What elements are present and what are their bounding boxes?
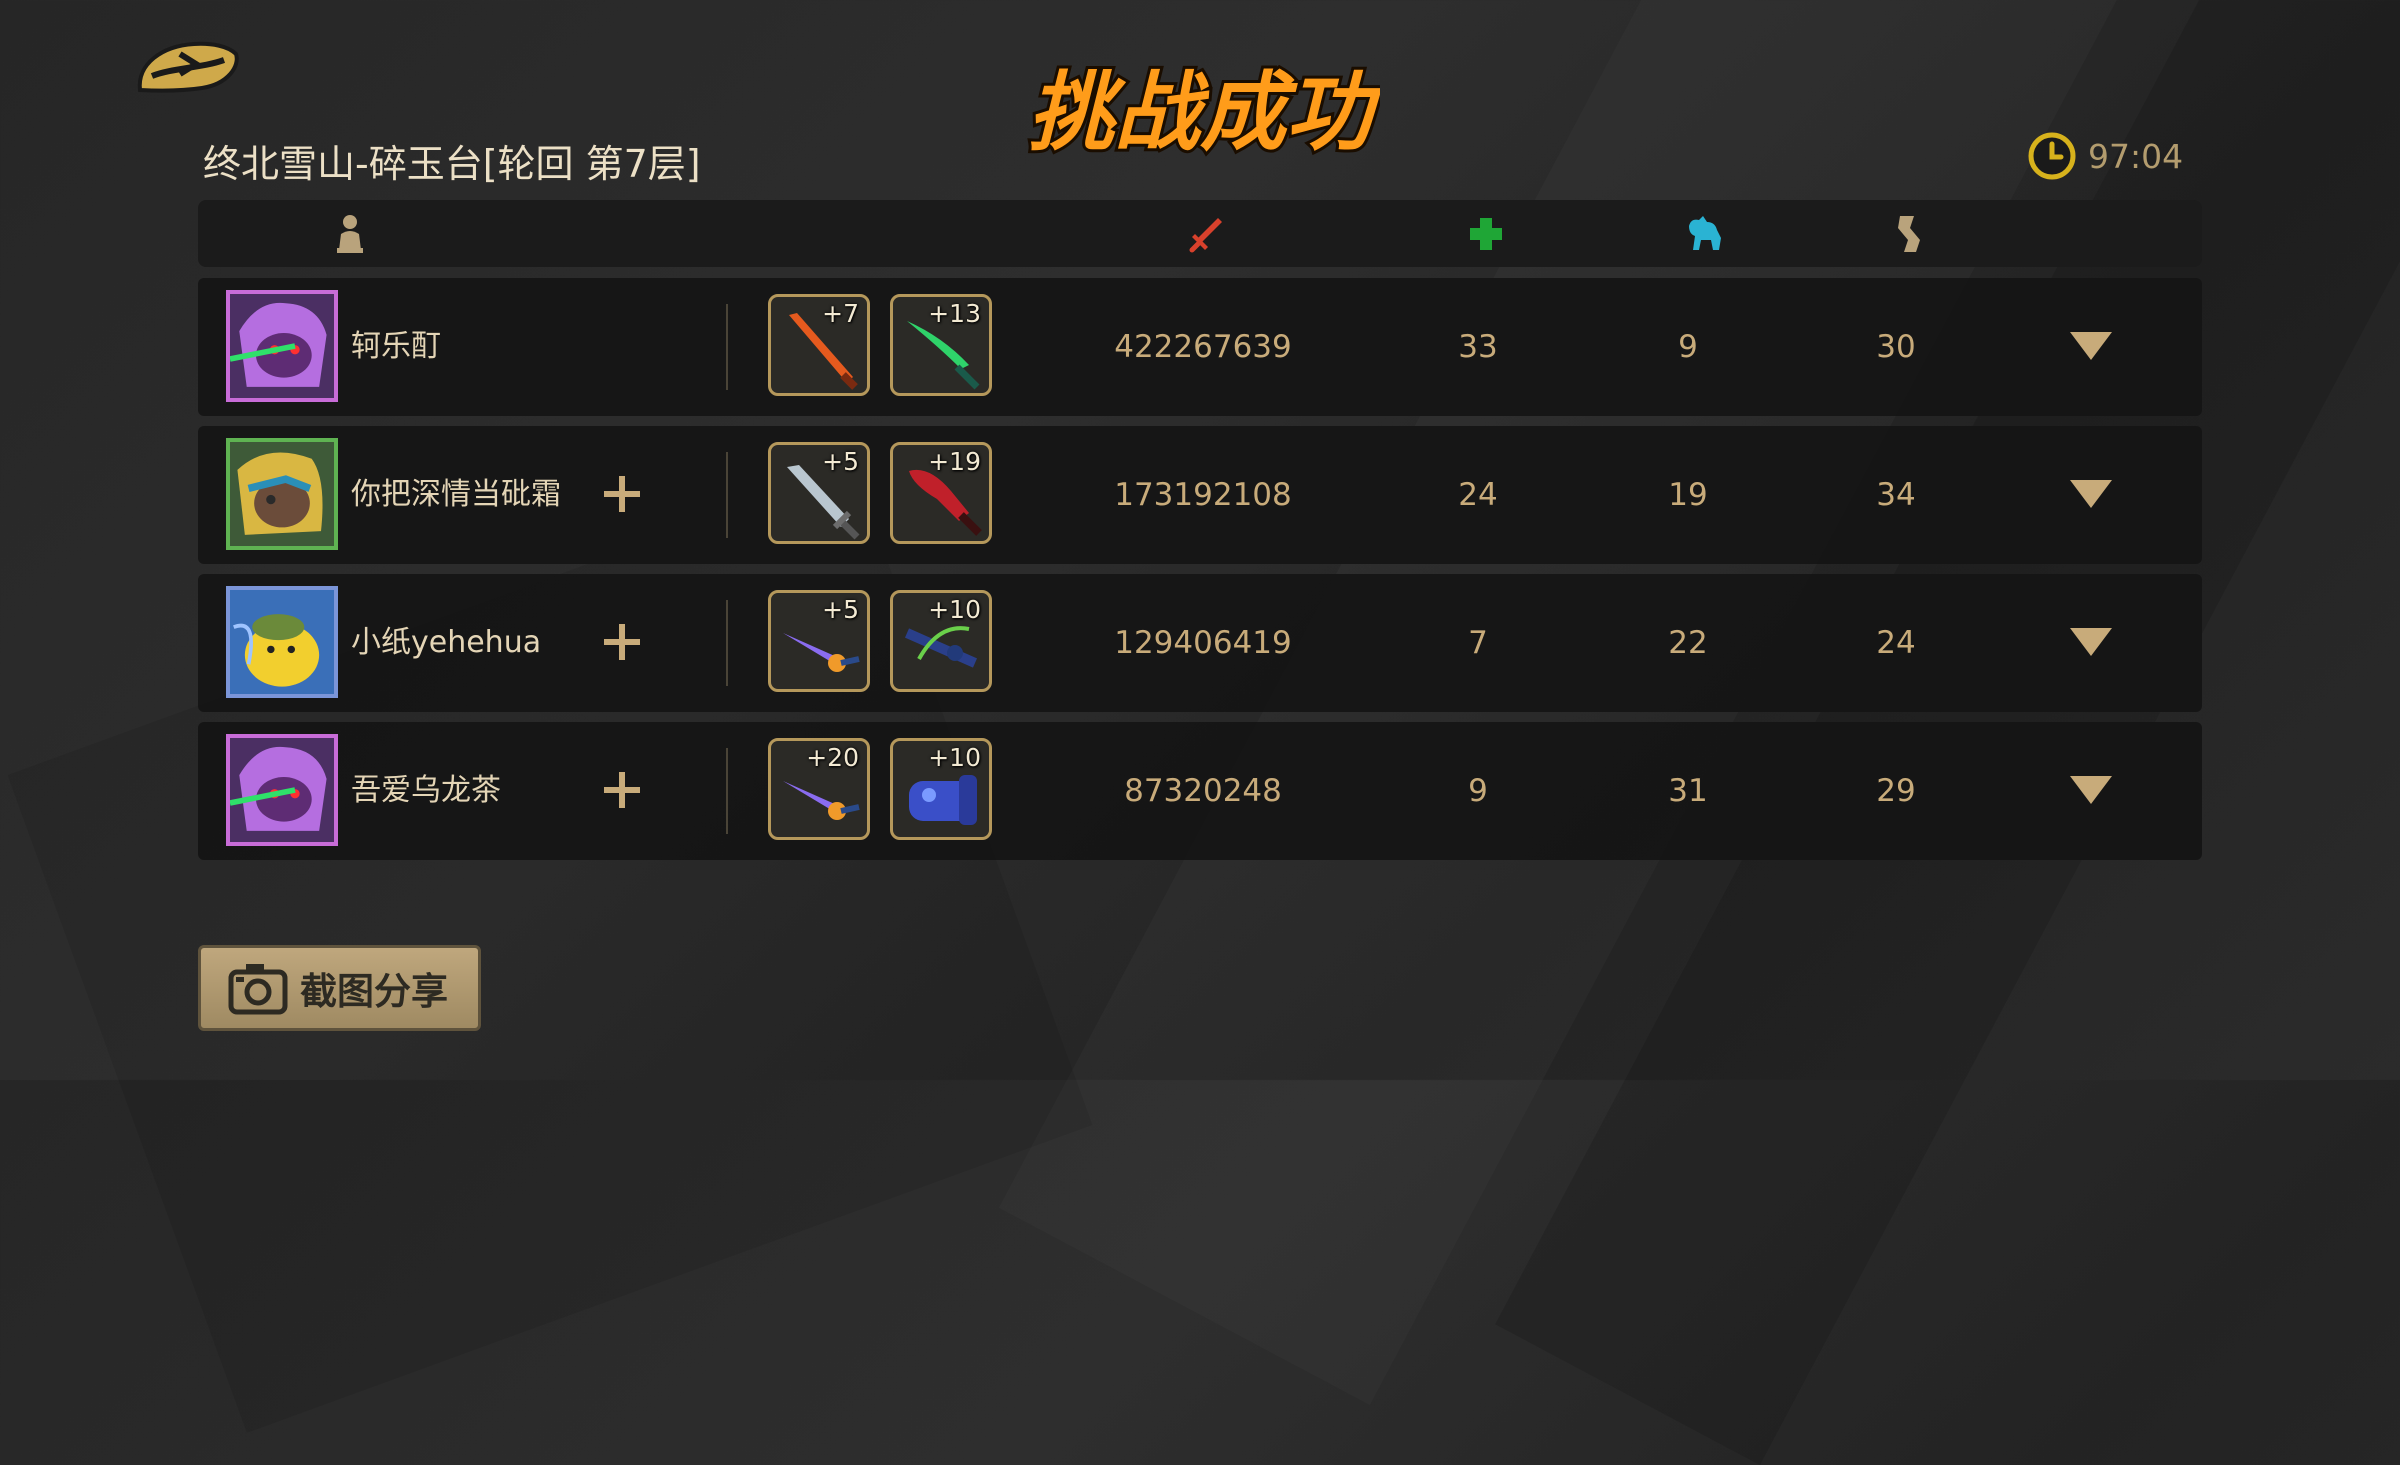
- weapon-level: +20: [806, 743, 859, 772]
- avatar[interactable]: [226, 290, 338, 402]
- hero-portrait-icon: [230, 442, 334, 546]
- heal-value: 33: [1458, 329, 1498, 365]
- pet-value: 9: [1678, 329, 1698, 365]
- weapon-slot[interactable]: +13: [890, 294, 992, 396]
- column-header: [198, 200, 2202, 267]
- damage-value: 173192108: [1114, 477, 1292, 513]
- heal-value: 7: [1468, 625, 1488, 661]
- expand-down-icon[interactable]: [2068, 772, 2114, 808]
- share-label: 截图分享: [300, 970, 448, 1013]
- heal-value: 9: [1468, 773, 1488, 809]
- player-name: 吾爱乌龙茶: [351, 773, 501, 808]
- divider: [726, 600, 728, 686]
- player-row[interactable]: 你把深情当砒霜 +5 +19 173192108 24 19 34: [198, 426, 2202, 564]
- avatar[interactable]: [226, 734, 338, 846]
- heal-value: 24: [1458, 477, 1498, 513]
- weapon-slot[interactable]: +19: [890, 442, 992, 544]
- stage-name: 终北雪山-碎玉台[轮回 第7层]: [203, 142, 701, 186]
- divider: [726, 304, 728, 390]
- weapon-level: +10: [928, 595, 981, 624]
- expand-down-icon[interactable]: [2068, 624, 2114, 660]
- weapon-slot[interactable]: +10: [890, 590, 992, 692]
- expand-down-icon[interactable]: [2068, 328, 2114, 364]
- avatar[interactable]: [226, 438, 338, 550]
- sword-icon: [1189, 218, 1222, 253]
- add-friend-icon[interactable]: [600, 472, 644, 516]
- weapon-level: +7: [822, 299, 859, 328]
- scroll-icon: [1898, 216, 1920, 252]
- hero-portrait-icon: [230, 294, 334, 398]
- player-name: 轲乐酊: [351, 329, 441, 364]
- pet-value: 19: [1668, 477, 1708, 513]
- weapon-level: +13: [928, 299, 981, 328]
- scroll-value: 29: [1876, 773, 1916, 809]
- scroll-value: 24: [1876, 625, 1916, 661]
- scroll-value: 34: [1876, 477, 1916, 513]
- damage-value: 422267639: [1114, 329, 1292, 365]
- divider: [726, 748, 728, 834]
- divider: [726, 452, 728, 538]
- weapon-level: +5: [822, 447, 859, 476]
- pet-value: 31: [1668, 773, 1708, 809]
- player-name: 你把深情当砒霜: [351, 477, 561, 512]
- camera-icon: [228, 964, 288, 1015]
- weapon-level: +5: [822, 595, 859, 624]
- expand-down-icon[interactable]: [2068, 476, 2114, 512]
- weapon-slot[interactable]: +7: [768, 294, 870, 396]
- hero-portrait-icon: [230, 738, 334, 842]
- player-row[interactable]: 吾爱乌龙茶 +20 +10 87320248 9 31 29: [198, 722, 2202, 860]
- damage-value: 129406419: [1114, 625, 1292, 661]
- add-friend-icon[interactable]: [600, 768, 644, 812]
- player-row[interactable]: 轲乐酊 +7 +13 422267639 33 9 30: [198, 278, 2202, 416]
- scroll-value: 30: [1876, 329, 1916, 365]
- svg-text:挑战成功: 挑战成功: [1028, 63, 1380, 163]
- pet-icon: [1689, 216, 1721, 250]
- hero-portrait-icon: [230, 590, 334, 694]
- avatar[interactable]: [226, 586, 338, 698]
- back-button[interactable]: [132, 24, 242, 96]
- clock-icon: [2028, 132, 2076, 180]
- challenge-success-title: 挑战成功: [1020, 40, 1385, 170]
- weapon-slot[interactable]: +5: [768, 590, 870, 692]
- timer: 97:04: [2028, 130, 2183, 182]
- player-row[interactable]: 小纸yehehua +5 +10 129406419 7 22 24: [198, 574, 2202, 712]
- add-friend-icon[interactable]: [600, 620, 644, 664]
- weapon-slot[interactable]: +5: [768, 442, 870, 544]
- heal-cross-icon: [1470, 218, 1502, 250]
- weapon-slot[interactable]: +10: [890, 738, 992, 840]
- back-arrow-icon: [137, 41, 239, 93]
- player-name: 小纸yehehua: [351, 625, 542, 660]
- weapon-level: +19: [928, 447, 981, 476]
- player-icon: [337, 215, 363, 253]
- weapon-slot[interactable]: +20: [768, 738, 870, 840]
- weapon-level: +10: [928, 743, 981, 772]
- damage-value: 87320248: [1124, 773, 1282, 809]
- timer-text: 97:04: [2088, 136, 2184, 176]
- pet-value: 22: [1668, 625, 1708, 661]
- share-screenshot-button[interactable]: 截图分享: [198, 945, 481, 1031]
